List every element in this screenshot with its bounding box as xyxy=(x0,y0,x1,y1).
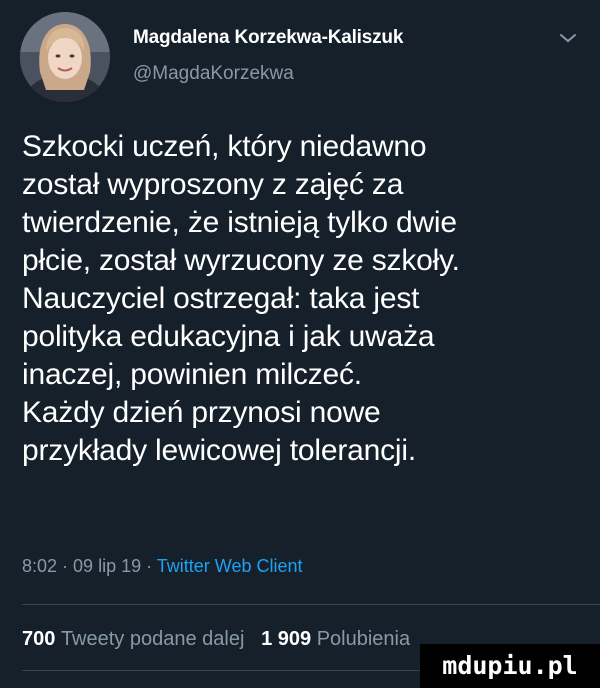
likes-label: Polubienia xyxy=(316,628,411,650)
tweet-line: Szkocki uczeń, który niedawno xyxy=(22,130,427,163)
retweets-label: Tweety podane dalej xyxy=(60,628,245,650)
tweet-line: został wyproszony z zajęć za xyxy=(22,168,404,201)
author-handle[interactable]: @MagdaKorzekwa xyxy=(133,63,294,85)
tweet-line: polityka edukacyjna i jak uważa xyxy=(22,320,435,353)
retweets-count: 700 xyxy=(22,628,56,650)
tweet-line: twierdzenie, że istnieją tylko dwie xyxy=(22,206,457,239)
meta-separator: · xyxy=(141,556,157,576)
tweet-line: przykłady lewicowej tolerancji. xyxy=(22,434,416,467)
watermark: mdupiu.pl xyxy=(420,644,600,688)
tweet-text: Szkocki uczeń, który niedawno został wyp… xyxy=(22,128,582,470)
avatar-photo xyxy=(20,12,110,102)
divider xyxy=(22,604,600,605)
tweet-line: Nauczyciel ostrzegał: taka jest xyxy=(22,282,420,315)
tweet-client[interactable]: Twitter Web Client xyxy=(157,556,303,576)
tweet-line: Każdy dzień przynosi nowe xyxy=(22,396,381,429)
tweet-meta: 8:02 · 09 lip 19 · Twitter Web Client xyxy=(22,556,303,577)
avatar[interactable] xyxy=(20,12,110,102)
meta-separator: · xyxy=(57,556,74,576)
author-name[interactable]: Magdalena Korzekwa-Kaliszuk xyxy=(133,27,403,49)
tweet-time[interactable]: 8:02 xyxy=(22,556,57,576)
likes-count: 1 909 xyxy=(261,628,312,650)
tweet-line: inaczej, powinien milczeć. xyxy=(22,358,362,391)
tweet-stats: 700 Tweety podane dalej 1 909 Polubienia xyxy=(22,628,410,651)
likes-stat[interactable]: 1 909 Polubienia xyxy=(261,628,410,650)
tweet-line: płcie, został wyrzucony ze szkoły. xyxy=(22,244,460,277)
tweet-date[interactable]: 09 lip 19 xyxy=(73,556,141,576)
chevron-down-icon[interactable] xyxy=(558,28,578,48)
retweets-stat[interactable]: 700 Tweety podane dalej xyxy=(22,628,244,650)
